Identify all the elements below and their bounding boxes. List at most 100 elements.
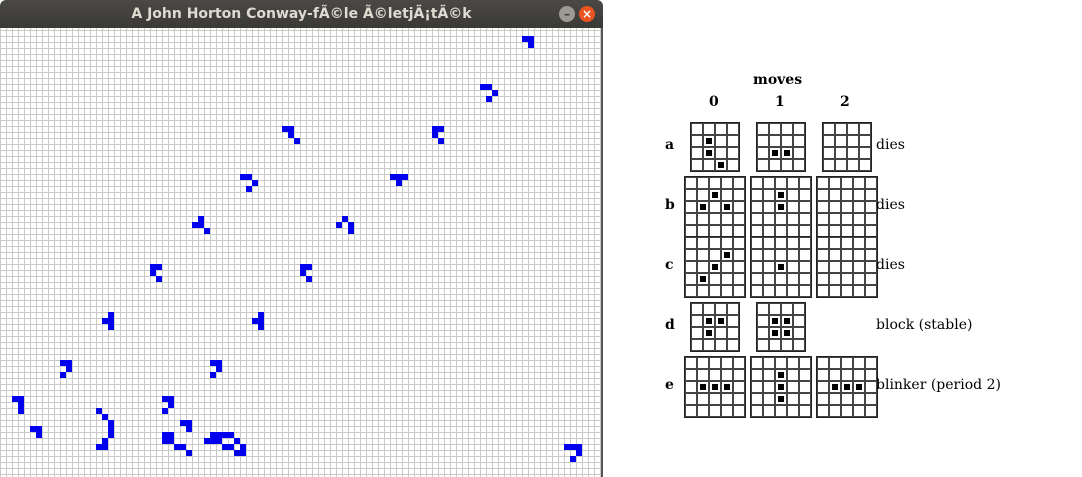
live-cell <box>775 261 787 273</box>
empty-cell <box>829 273 841 285</box>
live-cell[interactable] <box>396 180 402 186</box>
empty-cell <box>841 189 853 201</box>
title-bar[interactable]: A John Horton Conway-fÃ©le Ã©letjÃ¡tÃ©k … <box>0 0 603 28</box>
live-cell[interactable] <box>306 276 312 282</box>
live-cell[interactable] <box>156 276 162 282</box>
empty-cell <box>733 273 745 285</box>
live-cell[interactable] <box>306 264 312 270</box>
empty-cell <box>733 393 745 405</box>
live-cell[interactable] <box>210 372 216 378</box>
live-cell[interactable] <box>168 402 174 408</box>
live-cell[interactable] <box>486 96 492 102</box>
live-cell[interactable] <box>570 456 576 462</box>
live-cell[interactable] <box>162 408 168 414</box>
empty-cell <box>787 213 799 225</box>
empty-cell <box>793 147 805 159</box>
empty-cell <box>733 357 745 369</box>
empty-cell <box>841 357 853 369</box>
life-board[interactable] <box>0 28 603 477</box>
live-cell[interactable] <box>438 138 444 144</box>
empty-cell <box>829 249 841 261</box>
empty-cell <box>721 237 733 249</box>
empty-cell <box>691 315 703 327</box>
empty-cell <box>769 339 781 351</box>
row-label: b <box>665 197 675 213</box>
live-cell[interactable] <box>240 450 246 456</box>
live-cell[interactable] <box>204 228 210 234</box>
empty-cell <box>817 369 829 381</box>
empty-cell <box>721 273 733 285</box>
row-description: block (stable) <box>876 317 973 333</box>
empty-cell <box>733 189 745 201</box>
live-cell[interactable] <box>108 432 114 438</box>
live-cell[interactable] <box>492 90 498 96</box>
empty-cell <box>799 357 811 369</box>
row-label: a <box>665 137 675 153</box>
empty-cell <box>853 249 865 261</box>
empty-cell <box>853 177 865 189</box>
empty-cell <box>817 273 829 285</box>
empty-cell <box>751 189 763 201</box>
live-cell[interactable] <box>108 324 114 330</box>
empty-cell <box>799 369 811 381</box>
empty-cell <box>775 213 787 225</box>
empty-cell <box>781 303 793 315</box>
empty-cell <box>691 159 703 171</box>
empty-cell <box>685 369 697 381</box>
empty-cell <box>799 189 811 201</box>
live-cell[interactable] <box>252 180 258 186</box>
empty-cell <box>709 177 721 189</box>
live-cell[interactable] <box>576 450 582 456</box>
live-cell[interactable] <box>18 408 24 414</box>
empty-cell <box>865 357 877 369</box>
empty-cell <box>829 261 841 273</box>
live-cell[interactable] <box>36 432 42 438</box>
empty-cell <box>733 177 745 189</box>
minimize-button[interactable]: – <box>559 6 575 22</box>
live-cell[interactable] <box>186 450 192 456</box>
live-cell[interactable] <box>246 186 252 192</box>
empty-cell <box>817 237 829 249</box>
live-cell[interactable] <box>60 372 66 378</box>
live-cell[interactable] <box>156 264 162 270</box>
live-cell <box>721 381 733 393</box>
live-cell[interactable] <box>216 366 222 372</box>
empty-cell <box>769 135 781 147</box>
empty-cell <box>709 273 721 285</box>
empty-cell <box>787 189 799 201</box>
live-cell[interactable] <box>294 138 300 144</box>
empty-cell <box>859 159 871 171</box>
live-cell <box>703 327 715 339</box>
live-cell[interactable] <box>528 42 534 48</box>
live-cell[interactable] <box>186 426 192 432</box>
empty-cell <box>853 357 865 369</box>
empty-cell <box>763 249 775 261</box>
empty-cell <box>847 135 859 147</box>
live-cell[interactable] <box>348 228 354 234</box>
empty-cell <box>787 201 799 213</box>
live-cell[interactable] <box>402 174 408 180</box>
empty-cell <box>751 261 763 273</box>
empty-cell <box>817 405 829 417</box>
empty-cell <box>697 285 709 297</box>
empty-cell <box>775 405 787 417</box>
empty-cell <box>721 357 733 369</box>
close-button[interactable]: × <box>579 6 595 22</box>
live-cell[interactable] <box>102 444 108 450</box>
empty-cell <box>733 261 745 273</box>
empty-cell <box>859 135 871 147</box>
live-cell[interactable] <box>258 324 264 330</box>
empty-cell <box>751 177 763 189</box>
empty-cell <box>763 381 775 393</box>
live-cell[interactable] <box>438 126 444 132</box>
empty-cell <box>709 249 721 261</box>
empty-cell <box>685 189 697 201</box>
live-cell <box>829 381 841 393</box>
live-cell <box>709 261 721 273</box>
empty-cell <box>727 135 739 147</box>
empty-cell <box>787 357 799 369</box>
empty-cell <box>691 123 703 135</box>
live-cell[interactable] <box>66 366 72 372</box>
column-label: 2 <box>840 94 850 110</box>
live-cell[interactable] <box>336 222 342 228</box>
